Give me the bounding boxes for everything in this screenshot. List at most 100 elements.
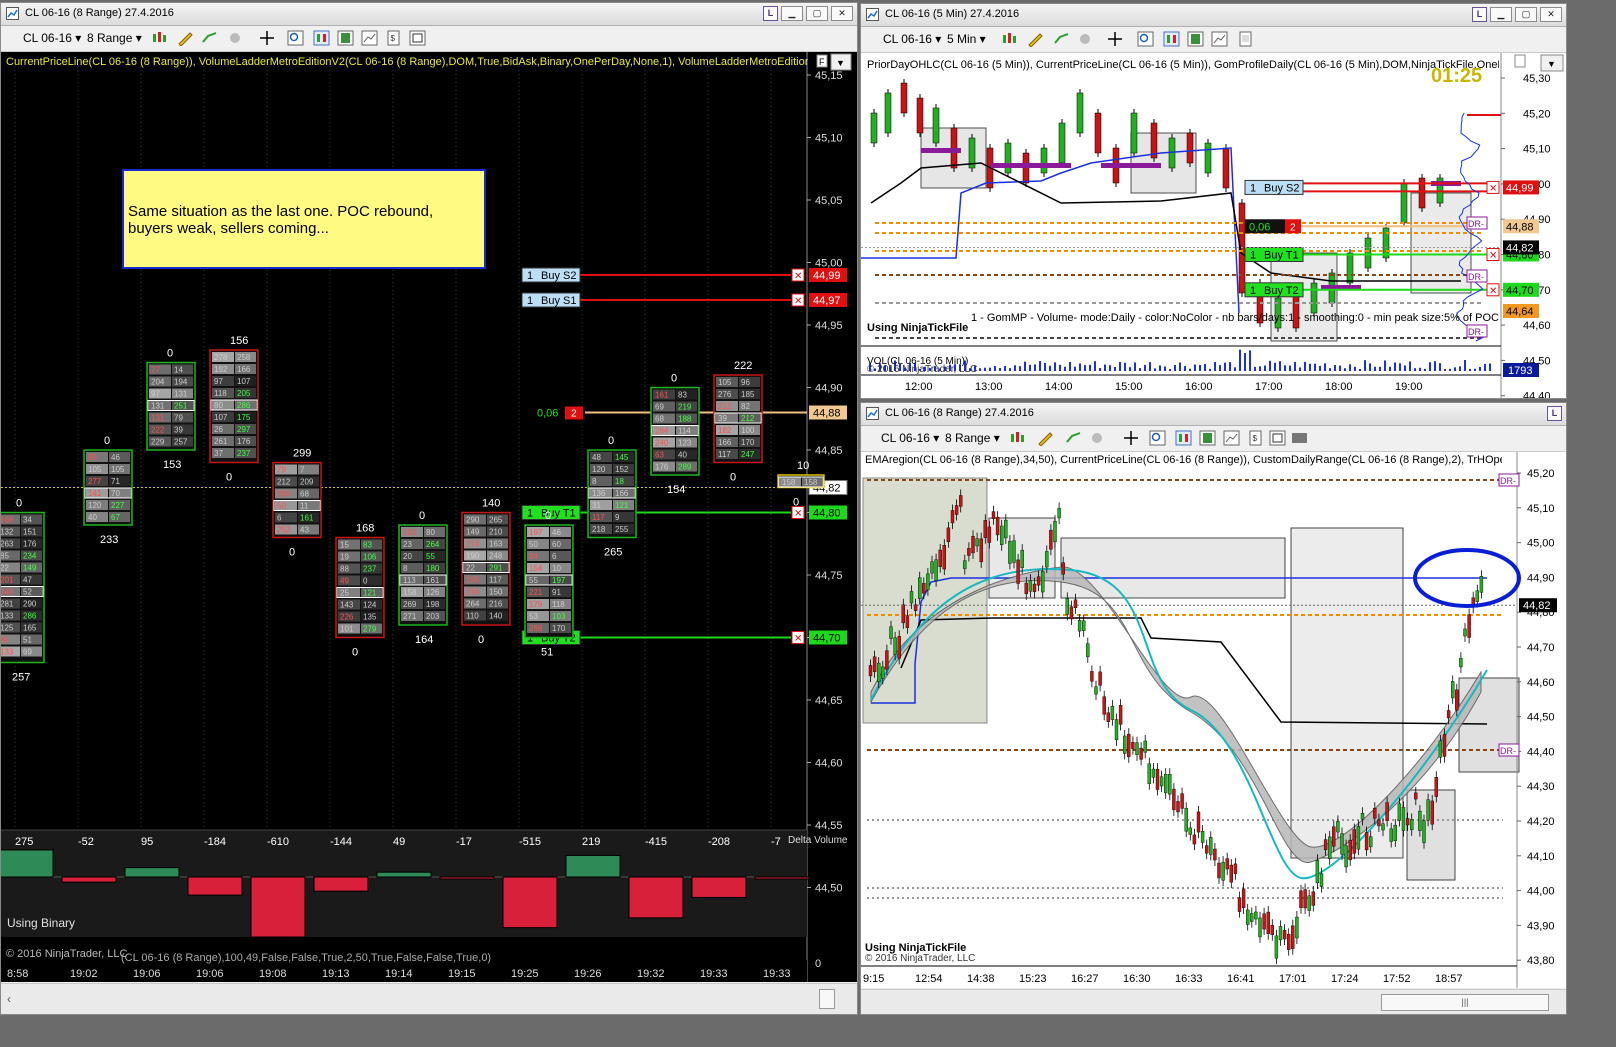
drawing-tool-icon[interactable] xyxy=(1037,430,1054,446)
volume-bar xyxy=(1309,363,1311,371)
drawing-tool-icon[interactable] xyxy=(1027,31,1044,47)
br-title-bar[interactable]: CL 06-16 (8 Range) 27.4.2016 L xyxy=(861,403,1566,426)
time-label: 19:02 xyxy=(70,968,98,980)
top-right-chart-window: CL 06-16 (5 Min) 27.4.2016 L ▁ ▢ ✕ CL 06… xyxy=(860,3,1567,399)
scroll-thumb[interactable] xyxy=(819,989,835,1009)
candle-body xyxy=(1401,807,1406,831)
close-button[interactable]: ✕ xyxy=(831,6,853,21)
interval-selector[interactable]: 8 Range ▾ xyxy=(945,431,1000,445)
panel-icon[interactable] xyxy=(1291,430,1308,446)
footprint-ask: 131 xyxy=(174,390,188,399)
br-chart-area[interactable]: 45,20 45,10 45,00 44,90 44,80 44,70 44,60 44,50… xyxy=(861,452,1566,988)
footprint-bid: 79 xyxy=(277,466,286,475)
snapshot-icon[interactable]: $ xyxy=(1247,430,1264,446)
strategy-icon[interactable] xyxy=(1077,31,1094,47)
tr-title-bar[interactable]: CL 06-16 (5 Min) 27.4.2016 L ▁ ▢ ✕ xyxy=(861,4,1566,27)
candle-body xyxy=(1135,742,1139,756)
candle-body xyxy=(881,666,885,679)
bar-type-icon[interactable] xyxy=(1009,430,1026,446)
delta-bar xyxy=(1,849,54,878)
zoom-icon[interactable] xyxy=(287,30,304,46)
instrument-selector[interactable]: CL 06-16 ▾ xyxy=(23,31,81,45)
crosshair-icon[interactable] xyxy=(259,30,276,46)
data-box-icon[interactable] xyxy=(1199,430,1216,446)
reload-icon[interactable] xyxy=(1269,430,1286,446)
chart-trader-icon[interactable] xyxy=(313,30,330,46)
chart-trader-icon[interactable] xyxy=(1175,430,1192,446)
indicator-icon[interactable] xyxy=(1065,430,1082,446)
footprint-ask: 251 xyxy=(174,402,188,411)
strategy-icon[interactable] xyxy=(1089,430,1106,446)
link-button[interactable]: L xyxy=(1472,7,1487,22)
time-label: 15:23 xyxy=(1019,973,1047,985)
maximize-button[interactable]: ▢ xyxy=(806,6,828,21)
bar-type-icon[interactable] xyxy=(1001,31,1018,47)
footprint-ask: 209 xyxy=(300,478,314,487)
volume-bar xyxy=(1019,366,1021,371)
volume-bar xyxy=(1154,368,1156,371)
crosshair-icon[interactable] xyxy=(1107,31,1124,47)
left-scrollbar[interactable]: ‹ xyxy=(1,983,857,1014)
br-scrollbar[interactable]: ||| xyxy=(861,989,1566,1014)
scroll-left-arrow[interactable]: ‹ xyxy=(7,992,11,1006)
scroll-thumb[interactable]: ||| xyxy=(1381,994,1549,1011)
footprint-ask: 40 xyxy=(678,451,687,460)
reload-icon[interactable] xyxy=(409,30,426,46)
footprint-ask: 96 xyxy=(741,378,750,387)
footprint-bid: 240 xyxy=(655,439,669,448)
bar-type-icon[interactable] xyxy=(151,30,168,46)
left-chart-area[interactable]: F ▼ 45,15 45,10 45,05 45,00 44,95 44,90 44,85 44,… xyxy=(1,52,857,982)
interval-selector[interactable]: 8 Range ▾ xyxy=(87,31,142,45)
data-box-icon[interactable] xyxy=(1187,31,1204,47)
footprint-bid: 260 xyxy=(277,490,291,499)
bar-top-label: 0 xyxy=(608,435,614,447)
minimize-button[interactable]: ▁ xyxy=(1490,7,1512,22)
footprint-ask: 121 xyxy=(363,589,377,598)
candle-body xyxy=(1262,913,1266,930)
properties-icon[interactable] xyxy=(1211,31,1228,47)
data-box-icon[interactable] xyxy=(337,30,354,46)
chart-trader-icon[interactable] xyxy=(1163,31,1180,47)
link-button[interactable]: L xyxy=(763,6,778,21)
instrument-selector[interactable]: CL 06-16 ▾ xyxy=(883,32,941,46)
maximize-button[interactable]: ▢ xyxy=(1515,7,1537,22)
br-toolbar: CL 06-16 ▾ 8 Range ▾ $ xyxy=(861,426,1566,452)
candle-body xyxy=(1229,864,1233,883)
snapshot-icon[interactable] xyxy=(1237,31,1254,47)
volume-bar xyxy=(1069,361,1071,371)
zoom-icon[interactable] xyxy=(1149,430,1166,446)
delta-value: -17 xyxy=(456,836,472,848)
tr-chart-area[interactable]: ▼45,3045,2045,1045,0044,9044,8044,7044,6… xyxy=(861,53,1566,398)
link-button[interactable]: L xyxy=(1547,406,1562,421)
properties-icon[interactable] xyxy=(361,30,378,46)
close-button[interactable]: ✕ xyxy=(1540,7,1562,22)
indicator-icon[interactable] xyxy=(201,30,218,46)
left-title-bar[interactable]: CL 06-16 (8 Range) 27.4.2016 L ▁ ▢ ✕ xyxy=(1,3,857,26)
minimize-button[interactable]: ▁ xyxy=(781,6,803,21)
price-label: 45,30 xyxy=(1523,73,1551,85)
candle-body xyxy=(1319,873,1324,887)
footprint-ask: 100 xyxy=(741,426,755,435)
strategy-icon[interactable] xyxy=(227,30,244,46)
zoom-icon[interactable] xyxy=(1137,31,1154,47)
crosshair-icon[interactable] xyxy=(1123,430,1140,446)
price-label: 45,00 xyxy=(815,258,843,270)
footprint-ask: 297 xyxy=(237,425,251,434)
volume-bar xyxy=(1259,366,1261,371)
indicator-list: CurrentPriceLine(CL 06-16 (8 Range)), Vo… xyxy=(6,56,808,68)
candle-body xyxy=(1090,671,1094,682)
volume-bar xyxy=(1489,363,1491,371)
interval-selector[interactable]: 5 Min ▾ xyxy=(947,32,986,46)
properties-icon[interactable] xyxy=(1223,430,1240,446)
candle-body xyxy=(1053,520,1057,543)
drawing-tool-icon[interactable] xyxy=(177,30,194,46)
annotation-note[interactable]: Same situation as the last one. POC rebo… xyxy=(122,169,486,269)
price-label: 44,90 xyxy=(815,383,843,395)
delta-bar xyxy=(628,876,684,919)
footprint-bid: 125 xyxy=(1,624,14,633)
candle-body xyxy=(1328,836,1332,859)
indicator-icon[interactable] xyxy=(1053,31,1070,47)
snapshot-icon[interactable]: $ xyxy=(385,30,402,46)
volume-bar xyxy=(1124,362,1126,371)
instrument-selector[interactable]: CL 06-16 ▾ xyxy=(881,431,939,445)
